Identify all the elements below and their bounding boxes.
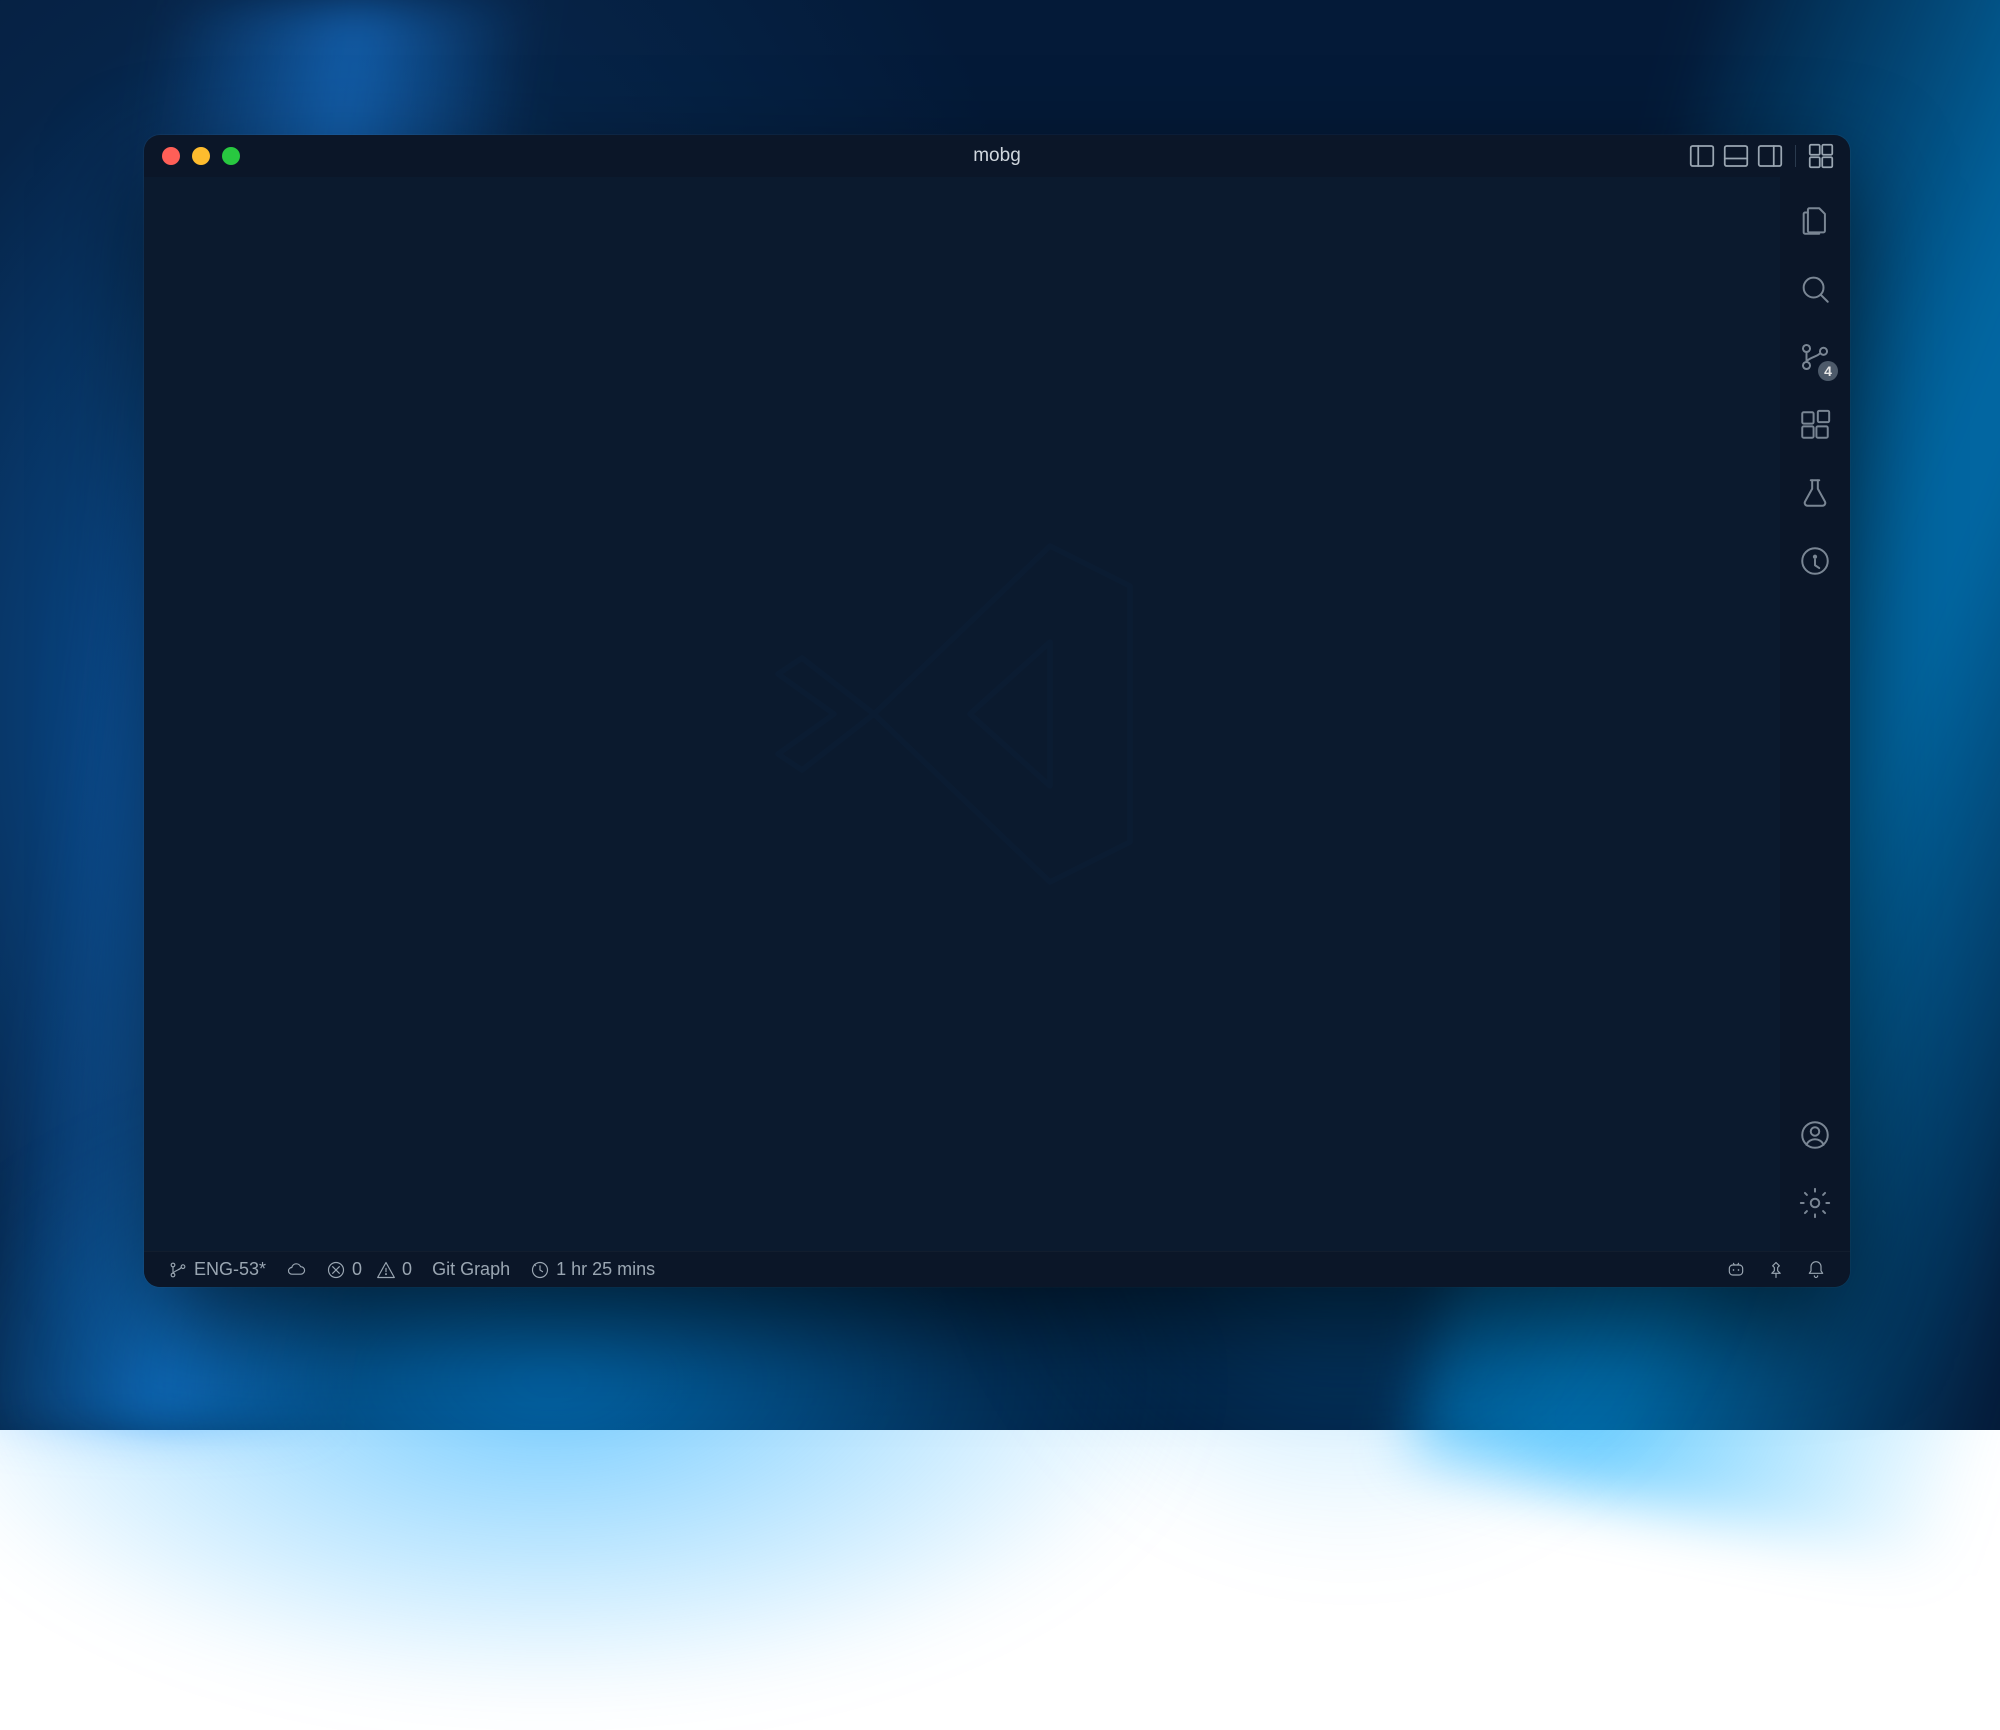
settings-gear-icon[interactable] [1780,1169,1850,1237]
toggle-secondary-sidebar-icon[interactable] [1755,141,1785,171]
source-control-badge: 4 [1818,361,1838,381]
errors-count: 0 [352,1259,362,1280]
window-controls [162,147,240,165]
separator [1795,145,1796,167]
cloud-sync-status[interactable] [276,1252,316,1287]
warnings-count: 0 [402,1259,412,1280]
editor-area [144,177,1780,1251]
status-bar: ENG-53* 0 0 Git Graph 1 hr 25 mins [144,1251,1850,1287]
source-control-icon[interactable]: 4 [1780,323,1850,391]
toggle-primary-sidebar-icon[interactable] [1687,141,1717,171]
window-title: mobg [144,145,1850,167]
time-tracking-status[interactable]: 1 hr 25 mins [520,1252,665,1287]
notifications-icon[interactable] [1796,1252,1836,1287]
time-value: 1 hr 25 mins [556,1259,655,1280]
titlebar: mobg [144,135,1850,177]
git-graph-label: Git Graph [432,1259,510,1280]
accounts-icon[interactable] [1780,1101,1850,1169]
fullscreen-window-button[interactable] [222,147,240,165]
testing-icon[interactable] [1780,459,1850,527]
branch-name: ENG-53* [194,1259,266,1280]
gitlens-icon[interactable] [1780,527,1850,595]
minimize-window-button[interactable] [192,147,210,165]
copilot-status-icon[interactable] [1716,1252,1756,1287]
activity-bar: 4 [1780,177,1850,1251]
git-branch-status[interactable]: ENG-53* [158,1252,276,1287]
customize-layout-icon[interactable] [1806,141,1836,171]
problems-status[interactable]: 0 0 [316,1252,422,1287]
app-window: mobg [144,135,1850,1287]
vscode-logo-icon [762,514,1162,914]
close-window-button[interactable] [162,147,180,165]
pin-status-icon[interactable] [1756,1252,1796,1287]
explorer-icon[interactable] [1780,187,1850,255]
extensions-icon[interactable] [1780,391,1850,459]
search-icon[interactable] [1780,255,1850,323]
titlebar-actions [1687,141,1836,171]
git-graph-status[interactable]: Git Graph [422,1252,520,1287]
toggle-panel-icon[interactable] [1721,141,1751,171]
